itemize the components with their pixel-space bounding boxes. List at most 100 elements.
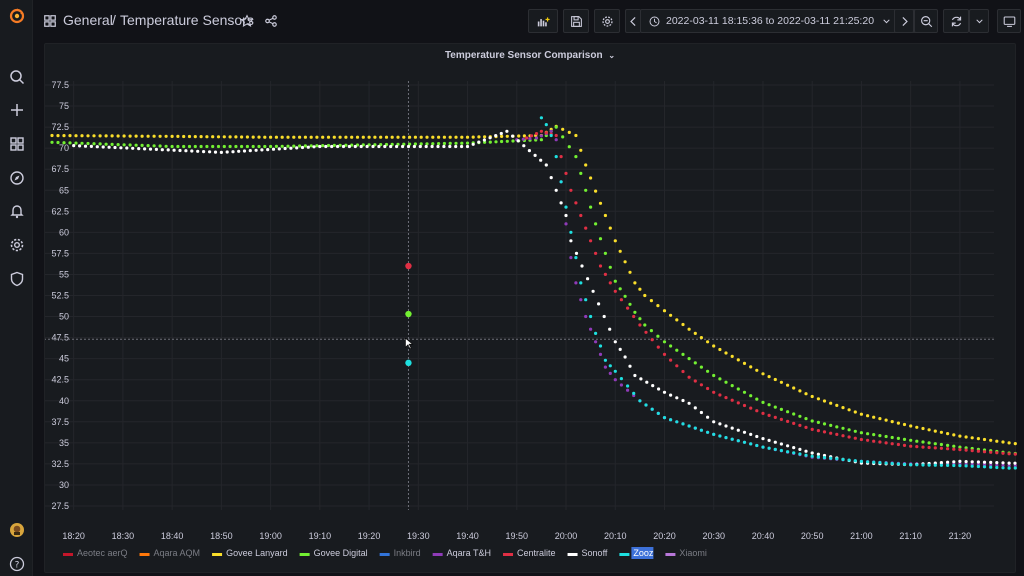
- admin-shield-icon[interactable]: [0, 267, 33, 291]
- legend-item-aeotec-aerq[interactable]: Aeotec aerQ: [63, 548, 128, 558]
- explore-icon[interactable]: [0, 166, 33, 190]
- point-govee-lanyard: [902, 422, 907, 427]
- point-govee-lanyard: [749, 365, 753, 369]
- point-sonoff: [231, 150, 235, 154]
- legend-item-xiaomi[interactable]: Xiaomi: [665, 548, 707, 558]
- refresh-interval-dropdown[interactable]: [969, 9, 989, 33]
- point-govee-digital: [98, 142, 102, 146]
- search-icon[interactable]: [0, 65, 33, 89]
- point-aqara-t-h: [589, 327, 593, 331]
- point-sonoff: [623, 355, 627, 359]
- point-govee-lanyard: [193, 135, 197, 139]
- user-avatar[interactable]: [0, 518, 33, 542]
- point-sonoff: [669, 393, 673, 397]
- point-govee-digital: [662, 340, 667, 344]
- legend-item-aqara-aqm[interactable]: Aqara AQM: [139, 548, 201, 558]
- legend-item-sonoff[interactable]: Sonoff: [567, 548, 608, 558]
- point-govee-lanyard: [608, 226, 612, 230]
- y-tick-label: 40: [59, 396, 69, 406]
- point-govee-lanyard: [982, 437, 987, 442]
- point-sonoff: [651, 384, 655, 388]
- point-govee-lanyard: [332, 135, 336, 139]
- point-centralite: [730, 398, 734, 402]
- point-centralite: [976, 449, 981, 453]
- point-govee-lanyard: [995, 439, 999, 443]
- alerting-icon[interactable]: [0, 199, 33, 223]
- tv-mode-button[interactable]: [997, 9, 1021, 33]
- point-centralite: [767, 413, 771, 417]
- time-range-picker[interactable]: 2022-03-11 18:15:36 to 2022-03-11 21:25:…: [640, 9, 930, 33]
- point-zooz: [736, 439, 740, 443]
- point-centralite: [946, 447, 950, 451]
- point-sonoff: [792, 446, 796, 450]
- y-tick-label: 62.5: [51, 206, 69, 216]
- point-sonoff: [657, 387, 661, 391]
- scatter-chart[interactable]: 27.5 30 32.5 35 37.5 40 42.5 45 47.5 50 52.5 55 57.5…: [45, 44, 1017, 574]
- dashboards-icon[interactable]: [0, 132, 33, 156]
- legend-item-aqara-t-h[interactable]: Aqara T&H: [432, 548, 491, 558]
- refresh-button[interactable]: [943, 9, 969, 33]
- point-aqara-t-h: [569, 256, 573, 260]
- share-icon[interactable]: [263, 9, 279, 33]
- point-govee-digital: [234, 144, 238, 149]
- point-sonoff: [718, 422, 722, 426]
- point-centralite: [964, 448, 968, 452]
- y-tick-label: 67.5: [51, 164, 69, 174]
- point-govee-lanyard: [182, 134, 186, 139]
- legend-item-centralite[interactable]: Centralite: [503, 548, 556, 558]
- point-govee-lanyard: [86, 134, 90, 138]
- legend-item-zooz[interactable]: Zooz: [619, 547, 654, 559]
- point-govee-lanyard: [623, 260, 627, 264]
- legend-label: Zooz: [633, 548, 654, 558]
- point-zooz: [761, 445, 765, 449]
- point-govee-lanyard: [589, 176, 593, 180]
- dashboard-title[interactable]: Temperature Sensors: [120, 12, 254, 28]
- point-govee-lanyard: [251, 135, 255, 139]
- save-dashboard-button[interactable]: [563, 9, 589, 33]
- point-centralite: [675, 364, 679, 368]
- breadcrumb-folder[interactable]: General: [63, 12, 113, 28]
- star-icon[interactable]: [239, 9, 255, 33]
- point-sonoff: [377, 144, 381, 149]
- point-zooz: [810, 454, 814, 458]
- x-tick-label: 20:00: [555, 531, 578, 541]
- point-sonoff: [436, 144, 440, 149]
- point-sonoff: [554, 188, 558, 192]
- point-sonoff: [533, 153, 537, 157]
- point-govee-lanyard: [199, 135, 203, 139]
- point-govee-lanyard: [216, 135, 221, 139]
- point-centralite: [662, 352, 667, 356]
- time-forward-button[interactable]: [894, 9, 914, 33]
- point-zooz: [939, 463, 944, 467]
- plus-icon[interactable]: [0, 98, 33, 122]
- point-govee-digital: [656, 334, 660, 338]
- point-zooz: [742, 440, 747, 444]
- point-govee-lanyard: [74, 134, 78, 138]
- grafana-logo-icon[interactable]: [0, 4, 33, 28]
- point-zooz: [859, 459, 864, 463]
- point-aqara-t-h: [534, 136, 539, 140]
- point-sonoff: [225, 150, 229, 154]
- zoom-out-button[interactable]: [914, 9, 938, 33]
- point-govee-digital: [110, 142, 114, 146]
- hover-point: [405, 262, 412, 270]
- dashboard-settings-button[interactable]: [594, 9, 620, 33]
- breadcrumb-separator: /: [112, 12, 116, 28]
- point-zooz: [921, 463, 925, 467]
- point-govee-lanyard: [1007, 441, 1011, 445]
- point-govee-lanyard: [649, 299, 654, 303]
- add-panel-button[interactable]: [528, 9, 558, 33]
- configuration-icon[interactable]: [0, 233, 33, 257]
- point-zooz: [878, 461, 882, 465]
- point-zooz: [539, 116, 543, 120]
- point-govee-lanyard: [122, 134, 126, 138]
- point-sonoff: [300, 145, 305, 150]
- help-icon[interactable]: ?: [0, 552, 33, 576]
- point-centralite: [982, 450, 987, 454]
- time-back-button[interactable]: [625, 9, 641, 33]
- legend-item-govee-digital[interactable]: Govee Digital: [299, 548, 368, 558]
- legend-item-inkbird[interactable]: Inkbird: [379, 548, 421, 558]
- legend-item-govee-lanyard[interactable]: Govee Lanyard: [212, 548, 288, 558]
- dashboards-grid-icon: [42, 9, 58, 33]
- point-govee-digital: [460, 141, 464, 145]
